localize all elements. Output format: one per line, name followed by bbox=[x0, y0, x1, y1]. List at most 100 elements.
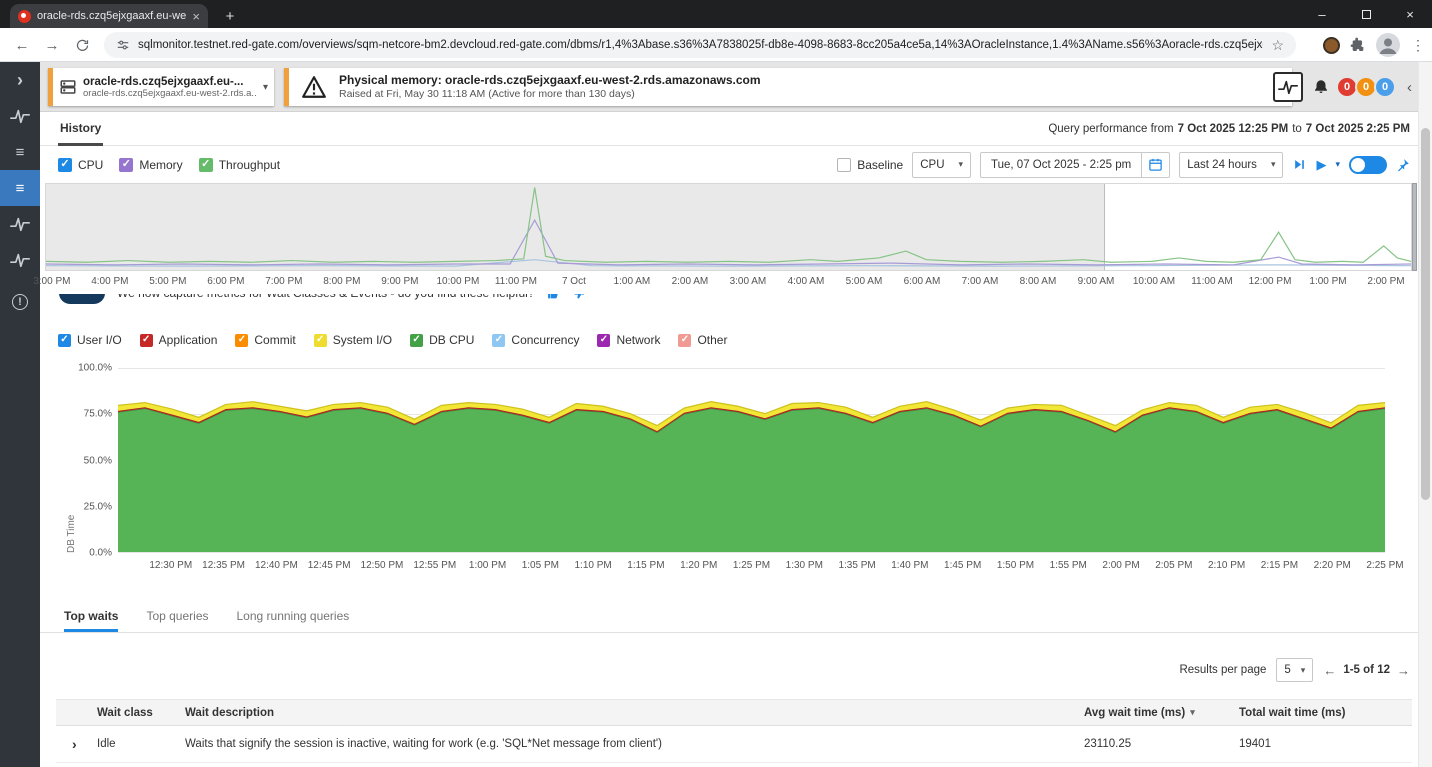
timeline-tick-label: 8:00 PM bbox=[323, 276, 360, 287]
redgate-favicon-icon bbox=[18, 10, 31, 23]
wait-class-toggle-system-i-o[interactable]: ✓System I/O bbox=[314, 333, 392, 347]
chevron-down-icon: ▾ bbox=[1301, 665, 1306, 676]
checkbox-label: Memory bbox=[139, 158, 182, 172]
timeline-tick-label: 4:00 AM bbox=[788, 276, 825, 287]
app-header: oracle-rds.czq5ejxgaaxf.eu-... oracle-rd… bbox=[40, 62, 1418, 112]
timeline-tick-label: 12:00 PM bbox=[1249, 276, 1292, 287]
x-axis-tick-label: 1:10 PM bbox=[575, 560, 612, 571]
x-axis-tick-label: 12:45 PM bbox=[308, 560, 351, 571]
extension-icon[interactable] bbox=[1323, 37, 1340, 54]
metric-toggle-throughput[interactable]: ✓Throughput bbox=[199, 158, 280, 172]
x-axis-tick-label: 1:45 PM bbox=[944, 560, 981, 571]
performance-analysis-button[interactable] bbox=[1273, 72, 1303, 102]
thumbs-up-button[interactable] bbox=[547, 294, 560, 300]
baseline-toggle[interactable]: Baseline bbox=[837, 158, 903, 172]
tab-top-queries[interactable]: Top queries bbox=[146, 609, 208, 632]
wait-class-toggle-db-cpu[interactable]: ✓DB CPU bbox=[410, 333, 474, 347]
time-range-select[interactable]: Last 24 hours ▾ bbox=[1179, 152, 1283, 178]
db-time-chart[interactable] bbox=[118, 368, 1385, 553]
alert-subtitle: Raised at Fri, May 30 11:18 AM (Active f… bbox=[339, 88, 761, 101]
timeline-tick-label: 7 Oct bbox=[562, 276, 586, 287]
play-button[interactable]: ▶ bbox=[1316, 157, 1326, 173]
collapse-panel-button[interactable]: ‹ bbox=[1407, 79, 1412, 96]
thumbs-down-button[interactable] bbox=[572, 294, 585, 300]
skip-to-now-button[interactable] bbox=[1292, 158, 1307, 171]
table-row[interactable]: ›IdleWaits that signify the session is i… bbox=[56, 726, 1412, 763]
auto-refresh-toggle[interactable] bbox=[1349, 156, 1387, 174]
column-header-total-wait-time-ms[interactable]: Total wait time (ms) bbox=[1239, 707, 1412, 719]
metric-select-value: CPU bbox=[920, 159, 944, 171]
toolbar-actions: ⋮ bbox=[1323, 31, 1426, 59]
wait-class-toggle-other[interactable]: ✓Other bbox=[678, 333, 727, 347]
timeline-drag-handle[interactable] bbox=[1412, 183, 1417, 271]
sidebar-item-pulse[interactable] bbox=[0, 98, 40, 134]
scrollbar-thumb[interactable] bbox=[1421, 128, 1430, 500]
pulse-icon bbox=[10, 217, 30, 232]
chart-controls-bar: ✓CPU✓Memory✓Throughput Baseline CPU ▾ Tu… bbox=[40, 146, 1418, 183]
metric-toggle-memory[interactable]: ✓Memory bbox=[119, 158, 182, 172]
browser-menu-icon[interactable]: ⋮ bbox=[1410, 37, 1426, 54]
x-axis-tick-label: 1:05 PM bbox=[522, 560, 559, 571]
notifications-bell-icon[interactable] bbox=[1312, 78, 1330, 96]
timeline-overview-chart[interactable] bbox=[45, 183, 1412, 271]
calendar-button[interactable] bbox=[1141, 153, 1169, 177]
per-page-select[interactable]: 5 ▾ bbox=[1276, 658, 1313, 682]
pager-next-button[interactable]: → bbox=[1397, 663, 1410, 678]
x-axis-labels: 12:30 PM12:35 PM12:40 PM12:45 PM12:50 PM… bbox=[118, 560, 1385, 574]
wait-class-toggle-commit[interactable]: ✓Commit bbox=[235, 333, 295, 347]
maximize-icon bbox=[1362, 10, 1371, 19]
results-per-page-label: Results per page bbox=[1179, 664, 1266, 676]
sidebar-item-chevron-right[interactable]: › bbox=[0, 62, 40, 98]
monitored-server-selector[interactable]: oracle-rds.czq5ejxgaaxf.eu-... oracle-rd… bbox=[48, 68, 274, 106]
play-options-caret[interactable]: ▾ bbox=[1335, 159, 1340, 170]
url-bar[interactable]: sqlmonitor.testnet.red-gate.com/overview… bbox=[104, 32, 1296, 58]
reload-button[interactable] bbox=[68, 31, 96, 59]
metric-select[interactable]: CPU ▾ bbox=[912, 152, 971, 178]
window-close-button[interactable]: × bbox=[1388, 0, 1432, 28]
sidebar-item-pulse[interactable] bbox=[0, 206, 40, 242]
sidebar-item-estate-list[interactable]: ≡ bbox=[0, 170, 40, 206]
column-header-wait-description[interactable]: Wait description bbox=[185, 707, 1084, 719]
database-server-icon bbox=[59, 78, 77, 96]
timeline-tick-label: 10:00 AM bbox=[1133, 276, 1175, 287]
tab-long-running-queries[interactable]: Long running queries bbox=[237, 609, 350, 632]
wait-class-toggle-application[interactable]: ✓Application bbox=[140, 333, 218, 347]
wait-class-toggle-network[interactable]: ✓Network bbox=[597, 333, 660, 347]
tab-close-icon[interactable]: × bbox=[192, 9, 200, 24]
window-controls: – × bbox=[1300, 0, 1432, 28]
chart-right-controls: Baseline CPU ▾ Tue, 07 Oct 2025 - 2:25 p… bbox=[837, 146, 1410, 183]
pager: ← 1-5 of 12 → bbox=[1323, 663, 1410, 678]
timeline-tick-label: 3:00 AM bbox=[730, 276, 767, 287]
active-alert-banner[interactable]: Physical memory: oracle-rds.czq5ejxgaaxf… bbox=[284, 68, 1292, 106]
chevron-down-icon: ▾ bbox=[263, 82, 268, 93]
column-header-wait-class[interactable]: Wait class bbox=[97, 707, 185, 719]
window-minimize-button[interactable]: – bbox=[1300, 0, 1344, 28]
sidebar-item-server-list[interactable]: ≡ bbox=[0, 134, 40, 170]
profile-avatar[interactable] bbox=[1376, 33, 1400, 57]
extensions-puzzle-icon[interactable] bbox=[1350, 37, 1366, 53]
tab-history[interactable]: History bbox=[58, 112, 103, 146]
page-scrollbar[interactable] bbox=[1418, 62, 1432, 767]
checkbox-icon: ✓ bbox=[58, 158, 72, 172]
wait-class-toggle-user-i-o[interactable]: ✓User I/O bbox=[58, 333, 122, 347]
bookmark-star-icon[interactable]: ☆ bbox=[1271, 37, 1284, 54]
sidebar-item-pulse[interactable] bbox=[0, 242, 40, 278]
sidebar-item-alert-circle[interactable]: ! bbox=[0, 284, 40, 320]
date-picker[interactable]: Tue, 07 Oct 2025 - 2:25 pm bbox=[980, 152, 1170, 178]
wait-class-toggle-concurrency[interactable]: ✓Concurrency bbox=[492, 333, 579, 347]
metric-toggle-cpu[interactable]: ✓CPU bbox=[58, 158, 103, 172]
row-expander-button[interactable]: › bbox=[56, 736, 97, 752]
window-maximize-button[interactable] bbox=[1344, 0, 1388, 28]
back-button[interactable]: ← bbox=[8, 31, 36, 59]
tab-top-waits[interactable]: Top waits bbox=[64, 609, 118, 632]
date-value: Tue, 07 Oct 2025 - 2:25 pm bbox=[981, 159, 1141, 171]
forward-button[interactable]: → bbox=[38, 31, 66, 59]
metric-toggles: ✓CPU✓Memory✓Throughput bbox=[58, 146, 280, 183]
new-tab-button[interactable]: + bbox=[218, 5, 242, 27]
checkbox-icon: ✓ bbox=[58, 334, 71, 347]
pin-timeline-button[interactable] bbox=[1396, 158, 1410, 172]
pager-prev-button[interactable]: ← bbox=[1323, 663, 1336, 678]
alert-count-badge-2[interactable]: 0 bbox=[1374, 76, 1396, 98]
browser-tab[interactable]: oracle-rds.czq5ejxgaaxf.eu-wes × bbox=[10, 4, 208, 28]
column-header-avg-wait-time-ms[interactable]: Avg wait time (ms)▾ bbox=[1084, 707, 1239, 719]
